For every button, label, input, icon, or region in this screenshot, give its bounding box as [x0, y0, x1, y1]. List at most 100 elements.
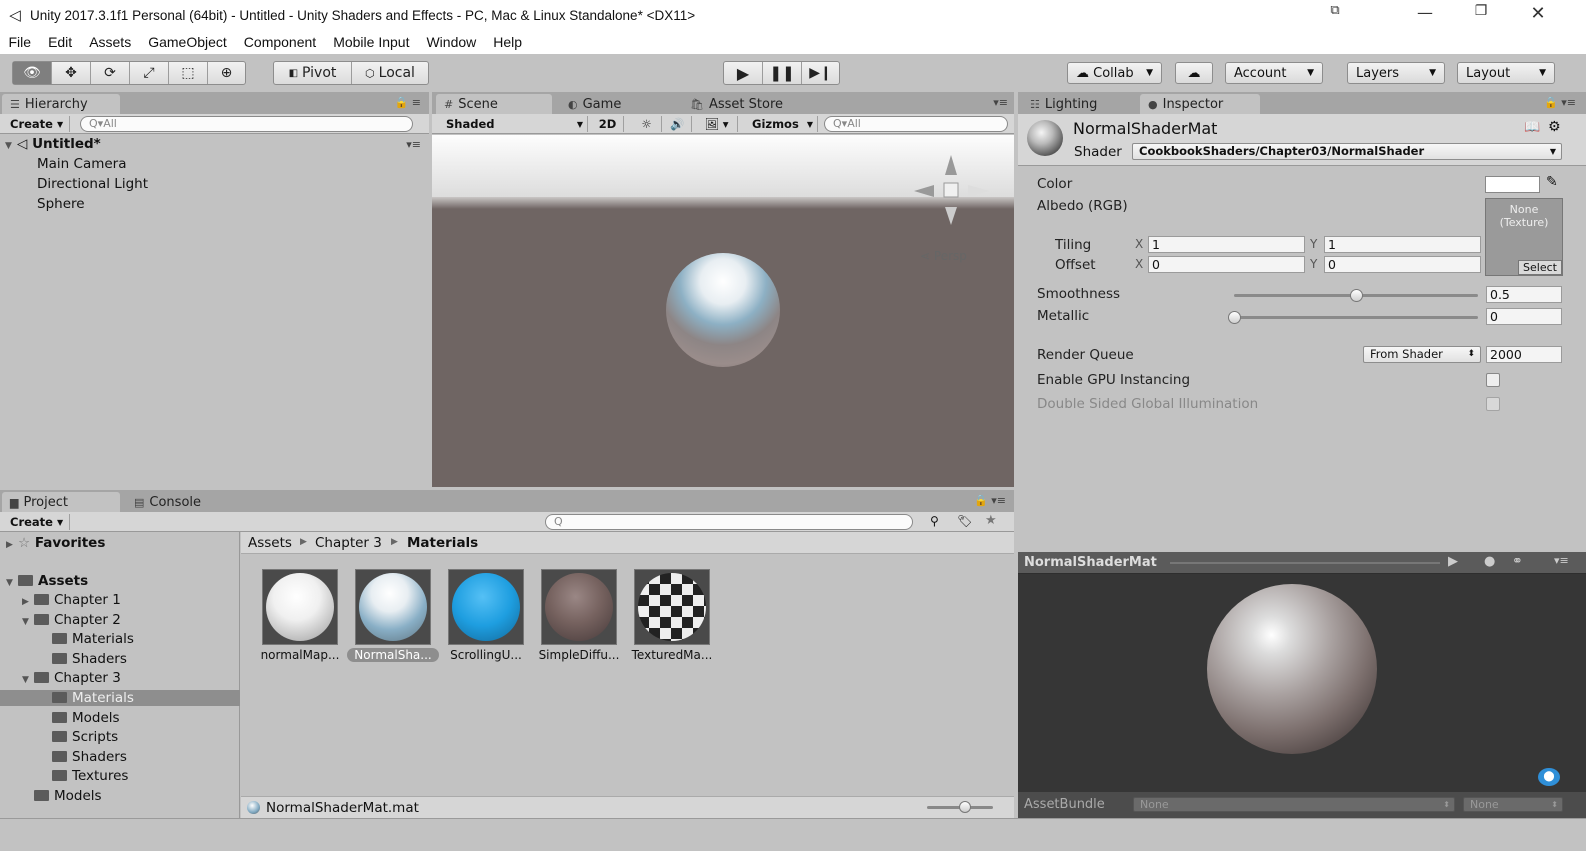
rotate-icon[interactable]: ⟳ — [91, 62, 130, 84]
project-tree-item[interactable]: Scripts — [52, 729, 118, 745]
book-icon[interactable]: 📖 — [1524, 120, 1540, 135]
preview-menu-icon[interactable]: ▾≡ — [1554, 554, 1569, 567]
shader-dropdown[interactable]: CookbookShaders/Chapter03/NormalShader ▼ — [1132, 143, 1562, 160]
menu-window[interactable]: Window — [418, 34, 485, 50]
panel-menu-icon[interactable]: 🔒 ▾≡ — [974, 494, 1006, 507]
render-queue-dropdown[interactable]: From Shader ⬍ — [1363, 346, 1481, 363]
minimize-button[interactable]: — — [1405, 3, 1445, 22]
menu-gameobject[interactable]: GameObject — [140, 34, 236, 50]
expand-arrow-icon[interactable]: ▼ — [22, 675, 34, 685]
tab-lighting[interactable]: ☷ Lighting — [1022, 94, 1132, 114]
sphere-object[interactable] — [666, 253, 780, 367]
tab-inspector[interactable]: ● Inspector — [1140, 94, 1260, 114]
hierarchy-create-button[interactable]: Create ▼ — [6, 116, 70, 132]
offset-x-field[interactable]: 0 — [1148, 256, 1305, 273]
asset-name[interactable]: SimpleDiffu... — [533, 648, 625, 662]
project-create-button[interactable]: Create ▼ — [6, 514, 70, 530]
breadcrumb-chapter3[interactable]: Chapter 3 — [315, 535, 382, 551]
collab-dropdown[interactable]: ☁ Collab ▼ — [1067, 62, 1162, 84]
tiling-x-field[interactable]: 1 — [1148, 236, 1305, 253]
scene-root[interactable]: ▼ ◁ Untitled* — [5, 136, 101, 152]
smoothness-field[interactable]: 0.5 — [1486, 286, 1562, 303]
gear-icon[interactable]: ⚙ — [1548, 119, 1561, 135]
tab-scene[interactable]: # Scene — [436, 94, 552, 114]
project-tree-item[interactable]: Models — [22, 788, 102, 804]
project-tree-item[interactable]: ▶ Chapter 1 — [22, 592, 121, 608]
smoothness-slider-thumb[interactable] — [1350, 289, 1363, 302]
asset-thumbnail[interactable] — [448, 569, 524, 645]
menu-file[interactable]: File — [0, 34, 40, 50]
shading-mode-dropdown[interactable]: Shaded ▼ — [442, 116, 588, 132]
offset-y-field[interactable]: 0 — [1324, 256, 1481, 273]
hierarchy-item-main-camera[interactable]: Main Camera — [37, 156, 127, 172]
preview-play-icon[interactable]: ▶ — [1448, 554, 1458, 569]
hierarchy-search-input[interactable]: Q▾All — [80, 116, 413, 132]
project-tree-item[interactable]: Textures — [52, 768, 128, 784]
account-dropdown[interactable]: Account ▼ — [1225, 62, 1323, 84]
filter-type-icon[interactable]: ⚲ — [930, 514, 939, 528]
hierarchy-item-directional-light[interactable]: Directional Light — [37, 176, 148, 192]
layers-dropdown[interactable]: Layers ▼ — [1347, 62, 1445, 84]
expand-arrow-icon[interactable]: ▼ — [5, 141, 17, 151]
tab-project[interactable]: ▆ Project — [2, 492, 120, 512]
project-tree-item[interactable]: Shaders — [52, 749, 127, 765]
project-tree-item[interactable]: Materials — [52, 631, 134, 647]
step-button[interactable]: ▶❙ — [802, 62, 839, 84]
texture-select-button[interactable]: Select — [1518, 260, 1562, 275]
cloud-button[interactable]: ☁ — [1175, 62, 1213, 84]
panel-menu-icon[interactable]: 🔒 ≡ — [395, 96, 421, 109]
asset-thumbnail[interactable] — [541, 569, 617, 645]
asset-name[interactable]: NormalSha... — [347, 648, 439, 662]
metallic-slider-thumb[interactable] — [1228, 311, 1241, 324]
metallic-slider-track[interactable] — [1234, 316, 1478, 319]
tag-icon[interactable]: ⬤ — [1538, 768, 1560, 786]
asset-thumbnail[interactable] — [262, 569, 338, 645]
gizmo-y-cone[interactable] — [945, 155, 957, 175]
tab-hierarchy[interactable]: ☰ Hierarchy — [2, 94, 120, 114]
panel-menu-icon[interactable]: ▾≡ — [993, 96, 1008, 109]
render-queue-field[interactable]: 2000 — [1486, 346, 1562, 363]
layout-dropdown[interactable]: Layout ▼ — [1457, 62, 1555, 84]
menu-assets[interactable]: Assets — [81, 34, 140, 50]
color-swatch[interactable] — [1485, 176, 1540, 193]
close-button[interactable]: ✕ — [1518, 3, 1558, 24]
effects-toggle-icon[interactable]: 🖼 ▾ — [696, 116, 738, 132]
gizmo-center[interactable] — [943, 182, 959, 198]
expand-arrow-icon[interactable]: ▼ — [22, 617, 34, 627]
toggle-2d-button[interactable]: 2D — [592, 116, 624, 132]
lighting-toggle-icon[interactable]: ☼ — [632, 116, 662, 132]
favorites-item[interactable]: ▶ ☆ Favorites — [6, 535, 105, 551]
assets-root-item[interactable]: ▼ Assets — [6, 573, 88, 589]
expand-arrow-icon[interactable]: ▼ — [6, 578, 18, 588]
local-button[interactable]: ⬡ Local — [352, 62, 428, 84]
project-tree-item[interactable]: Materials — [0, 690, 240, 706]
expand-arrow-icon[interactable]: ▶ — [6, 540, 18, 550]
filter-label-icon[interactable]: 🏷 — [957, 514, 972, 528]
scene-gizmo[interactable] — [912, 151, 992, 231]
gizmo-neg-x-cone[interactable] — [968, 185, 990, 197]
project-search-input[interactable]: Q — [545, 514, 913, 530]
menu-mobile-input[interactable]: Mobile Input — [325, 34, 418, 50]
scene-menu-icon[interactable]: ▾≡ — [406, 138, 421, 151]
breadcrumb-assets[interactable]: Assets — [248, 535, 292, 551]
assetbundle-variant-dropdown[interactable]: None ⬍ — [1463, 797, 1563, 812]
audio-toggle-icon[interactable]: 🔊 — [664, 116, 692, 132]
eyedropper-icon[interactable]: ✎ — [1546, 174, 1558, 190]
tab-console[interactable]: ▤ Console — [126, 492, 236, 512]
asset-thumbnail[interactable] — [355, 569, 431, 645]
restore-layout-icon[interactable]: ⧉ — [1315, 3, 1355, 18]
project-tree-item[interactable]: Shaders — [52, 651, 127, 667]
asset-name[interactable]: normalMap... — [254, 648, 346, 662]
thumbnail-size-thumb[interactable] — [959, 801, 971, 813]
pivot-button[interactable]: ◧ Pivot — [274, 62, 352, 84]
move-icon[interactable]: ✥ — [52, 62, 91, 84]
tab-game[interactable]: ◐ Game — [560, 94, 670, 114]
maximize-button[interactable]: ❐ — [1461, 3, 1501, 19]
metallic-field[interactable]: 0 — [1486, 308, 1562, 325]
project-tree-item[interactable]: ▼ Chapter 2 — [22, 612, 121, 628]
breadcrumb-materials[interactable]: Materials — [407, 535, 478, 551]
asset-name[interactable]: TexturedMa... — [626, 648, 718, 662]
star-icon[interactable]: ★ — [985, 513, 997, 528]
preview-sphere-icon[interactable]: ● — [1484, 554, 1495, 569]
scale-icon[interactable]: ⤢ — [130, 62, 169, 84]
